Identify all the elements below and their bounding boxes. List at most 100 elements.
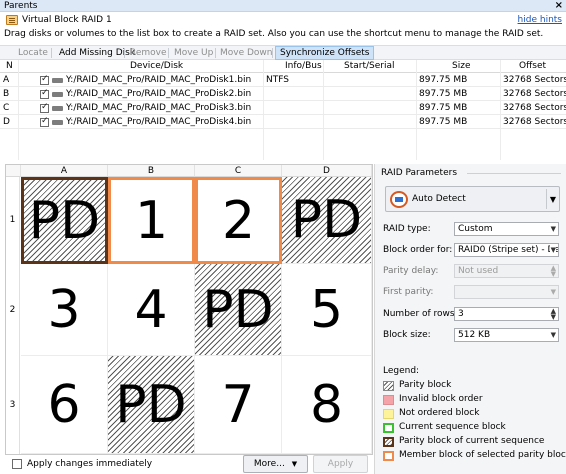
parity-delay-value: Not used [458,266,499,276]
auto-detect-icon [390,191,408,208]
col-header-offset[interactable]: Offset [519,60,546,73]
block-order-select[interactable]: RAID0 (Stripe set) - Default ▼ [454,243,559,257]
synchronize-offsets-button[interactable]: Synchronize Offsets [275,46,375,60]
first-parity-select[interactable]: ▼ [454,285,559,299]
number-of-rows-label: Number of rows: [383,309,458,319]
auto-detect-button[interactable]: Auto Detect ▼ [385,186,560,212]
table-row[interactable]: D Y:/RAID_MAC_Pro/RAID_MAC_ProDisk4.bin … [0,116,566,129]
row-checkbox[interactable] [40,74,49,85]
more-button[interactable]: More... ▼ [243,455,308,473]
legend-label: Parity block [399,380,452,390]
toolbar-divider [124,48,125,58]
number-of-rows-stepper[interactable]: 3 ▲ ▼ [454,307,559,321]
legend-label: Parity block of current sequence [399,436,545,446]
raid-parameters-title: RAID Parameters [381,168,458,178]
grid-block[interactable]: 3 [21,264,108,356]
legend-title: Legend: [383,366,420,376]
window-title: Parents [4,1,38,11]
row-checkbox[interactable] [40,88,49,99]
chevron-down-icon: ▼ [291,460,298,468]
raid-icon [6,15,18,25]
move-up-button[interactable]: Move Up [170,46,217,60]
remove-button[interactable]: Remove [126,46,171,60]
raid-parameters-panel: RAID Parameters Auto Detect ▼ RAID type:… [374,164,566,474]
legend-label: Member block of selected parity block [399,450,566,460]
table-row[interactable]: B Y:/RAID_MAC_Pro/RAID_MAC_ProDisk2.bin … [0,88,566,101]
raid-name: Virtual Block RAID 1 [22,15,112,25]
block-order-label: Block order for: [383,245,453,255]
grid-block[interactable]: 7 [195,356,282,454]
grid-block[interactable]: 5 [282,264,372,356]
row-n: D [3,117,10,127]
table-row[interactable]: C Y:/RAID_MAC_Pro/RAID_MAC_ProDisk3.bin … [0,102,566,115]
disk-toolbar: Locate Add Missing Disk Remove Move Up M… [0,45,566,60]
hide-hints-link[interactable]: hide hints [518,15,562,25]
grid-row-header: 3 [6,356,20,454]
block-size-label: Block size: [383,330,431,340]
toolbar-divider [51,48,52,58]
row-checkbox[interactable] [40,116,49,127]
toolbar-divider [272,48,273,58]
disk-table: N Device/Disk Info/Bus Start/Serial Size… [0,60,566,161]
member-block-swatch [383,451,394,461]
legend-label: Not ordered block [399,408,480,418]
row-offset: 32768 Sectors [503,89,566,99]
grid-block[interactable]: PD [21,177,108,264]
move-down-button[interactable]: Move Down [216,46,277,60]
grid-block[interactable]: PD [195,264,282,356]
legend-label: Current sequence block [399,422,506,432]
grid-block[interactable]: 4 [108,264,195,356]
disk-icon [52,120,63,125]
auto-detect-label: Auto Detect [412,194,466,204]
row-checkbox[interactable] [40,102,49,113]
disk-icon [52,92,63,97]
disk-icon [52,78,63,83]
raid-type-select[interactable]: Custom ▼ [454,222,559,236]
col-header-device[interactable]: Device/Disk [130,60,183,73]
toolbar-divider [168,48,169,58]
hint-text: Drag disks or volumes to the list box to… [4,29,544,39]
grid-row-header: 1 [6,177,20,264]
raid-type-label: RAID type: [383,224,431,234]
current-sequence-swatch [383,423,394,433]
col-header-info[interactable]: Info/Bus [285,60,322,73]
grid-col-header: D [282,165,372,177]
stepper-icon: ▲ ▼ [550,307,556,321]
grid-block[interactable]: 8 [282,356,372,454]
close-icon[interactable]: × [555,0,563,11]
parity-delay-stepper[interactable]: Not used ▲ ▼ [454,264,559,278]
locate-button[interactable]: Locate [14,46,52,60]
table-row[interactable]: A Y:/RAID_MAC_Pro/RAID_MAC_ProDisk1.bin … [0,74,566,87]
button-divider [546,189,547,209]
apply-button[interactable]: Apply [313,455,368,473]
grid-corner [6,165,21,177]
col-header-size[interactable]: Size [452,60,470,73]
col-header-start[interactable]: Start/Serial [344,60,394,73]
chevron-down-icon: ▼ [550,225,556,233]
grid-block[interactable]: 6 [21,356,108,454]
grid-block[interactable]: 2 [195,177,282,264]
apply-immediately-label: Apply changes immediately [27,459,153,469]
grid-col-header: B [108,165,195,177]
grid-block[interactable]: 1 [108,177,195,264]
block-order-value: RAID0 (Stripe set) - Default [458,245,558,255]
raid-name-row: Virtual Block RAID 1 hide hints [0,13,566,27]
row-device: Y:/RAID_MAC_Pro/RAID_MAC_ProDisk2.bin [66,89,252,99]
col-header-n[interactable]: N [6,60,13,73]
chevron-down-icon: ▼ [550,331,556,339]
parity-delay-label: Parity delay: [383,266,439,276]
not-ordered-swatch [383,409,394,419]
grid-block[interactable]: PD [282,177,372,264]
row-device: Y:/RAID_MAC_Pro/RAID_MAC_ProDisk1.bin [66,75,252,85]
grid-row-header: 2 [6,264,20,356]
row-offset: 32768 Sectors [503,117,566,127]
block-size-select[interactable]: 512 KB ▼ [454,328,559,342]
row-n: C [3,103,10,113]
disk-table-header: N Device/Disk Info/Bus Start/Serial Size… [0,60,566,73]
chevron-down-icon[interactable]: ▼ [550,195,556,204]
section-divider [467,173,561,174]
row-n: B [3,89,10,99]
stepper-icon: ▲ ▼ [550,264,556,278]
apply-immediately-checkbox[interactable] [12,459,22,469]
grid-block[interactable]: PD [108,356,195,454]
